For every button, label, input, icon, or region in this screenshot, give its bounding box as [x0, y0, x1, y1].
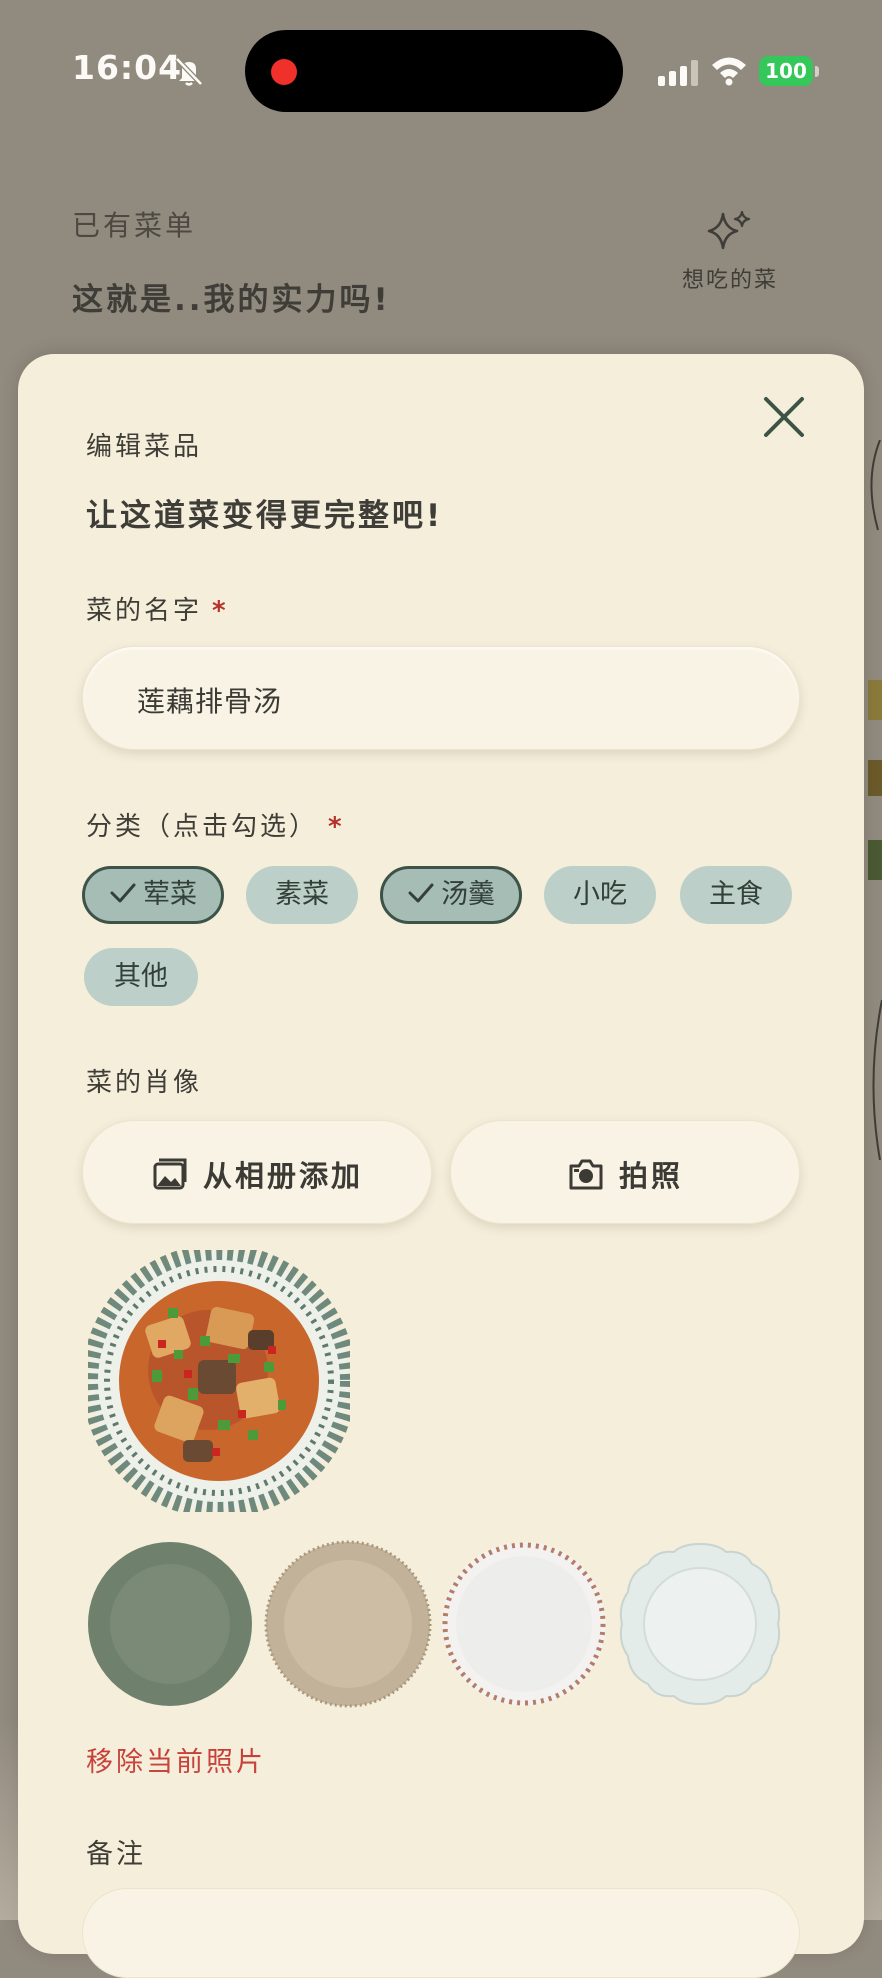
- chip-label: 其他: [114, 961, 168, 992]
- category-chip-staple[interactable]: 主食: [680, 866, 792, 924]
- gallery-icon: [153, 1158, 187, 1190]
- chip-label: 汤羹: [441, 879, 495, 910]
- category-label: 分类（点击勾选） *: [86, 806, 345, 843]
- battery-level: 100: [759, 56, 813, 86]
- chip-label: 素菜: [275, 879, 329, 910]
- category-chip-snack[interactable]: 小吃: [544, 866, 656, 924]
- category-chip-other[interactable]: 其他: [84, 948, 198, 1006]
- notes-input[interactable]: [82, 1888, 800, 1978]
- check-icon: [408, 883, 434, 903]
- recording-indicator: [271, 59, 297, 85]
- plate-option-white-scalloped[interactable]: [616, 1540, 784, 1708]
- take-photo-button[interactable]: 拍照: [450, 1120, 800, 1224]
- category-chip-meat[interactable]: 荤菜: [82, 866, 224, 924]
- sparkle-icon: [707, 210, 751, 250]
- album-button-content: 从相册添加: [83, 1153, 431, 1195]
- wishlist-label: 想吃的菜: [681, 268, 778, 293]
- signal-icon: [658, 60, 698, 86]
- category-chip-vegetable[interactable]: 素菜: [246, 866, 358, 924]
- dynamic-island: [245, 30, 623, 112]
- add-from-album-button[interactable]: 从相册添加: [82, 1120, 432, 1224]
- chip-label: 荤菜: [143, 879, 197, 910]
- wishlist-button[interactable]: 想吃的菜: [670, 208, 790, 308]
- portrait-label: 菜的肖像: [86, 1068, 203, 1098]
- battery-cap: [815, 66, 819, 77]
- name-label: 菜的名字 *: [86, 590, 229, 627]
- camera-button-label: 拍照: [618, 1159, 683, 1193]
- plate-option-white-dotted[interactable]: [440, 1540, 608, 1708]
- chip-label: 主食: [709, 879, 763, 910]
- plate-option-green[interactable]: [86, 1540, 254, 1708]
- required-mark: *: [328, 812, 345, 842]
- dish-name-input[interactable]: 莲藕排骨汤: [82, 646, 800, 750]
- album-button-label: 从相册添加: [202, 1159, 363, 1193]
- close-icon[interactable]: [760, 393, 808, 441]
- remove-photo-button[interactable]: 移除当前照片: [86, 1740, 266, 1779]
- notes-label: 备注: [86, 1839, 146, 1870]
- wifi-icon: [712, 57, 746, 86]
- status-bar: 16:04 100: [0, 0, 882, 140]
- sheet-title: 让这道菜变得更完整吧!: [86, 498, 444, 534]
- page-title: 这就是..我的实力吗!: [72, 282, 391, 318]
- sheet-subtitle: 编辑菜品: [86, 432, 203, 462]
- bell-slash-icon: [175, 57, 203, 86]
- plate-option-beige[interactable]: [264, 1540, 432, 1708]
- dish-name-value: 莲藕排骨汤: [137, 685, 283, 718]
- chip-label: 小吃: [573, 879, 627, 910]
- camera-button-content: 拍照: [451, 1153, 799, 1195]
- check-icon: [110, 883, 136, 903]
- dish-photo[interactable]: [88, 1250, 350, 1512]
- name-label-text: 菜的名字: [86, 596, 203, 626]
- background-list-peek: [868, 440, 882, 1161]
- category-chip-soup[interactable]: 汤羹: [380, 866, 522, 924]
- page-subtitle: 已有菜单: [72, 209, 197, 242]
- category-label-text: 分类（点击勾选）: [86, 812, 319, 842]
- camera-icon: [569, 1159, 603, 1190]
- status-time: 16:04: [72, 48, 183, 87]
- required-mark: *: [212, 596, 229, 626]
